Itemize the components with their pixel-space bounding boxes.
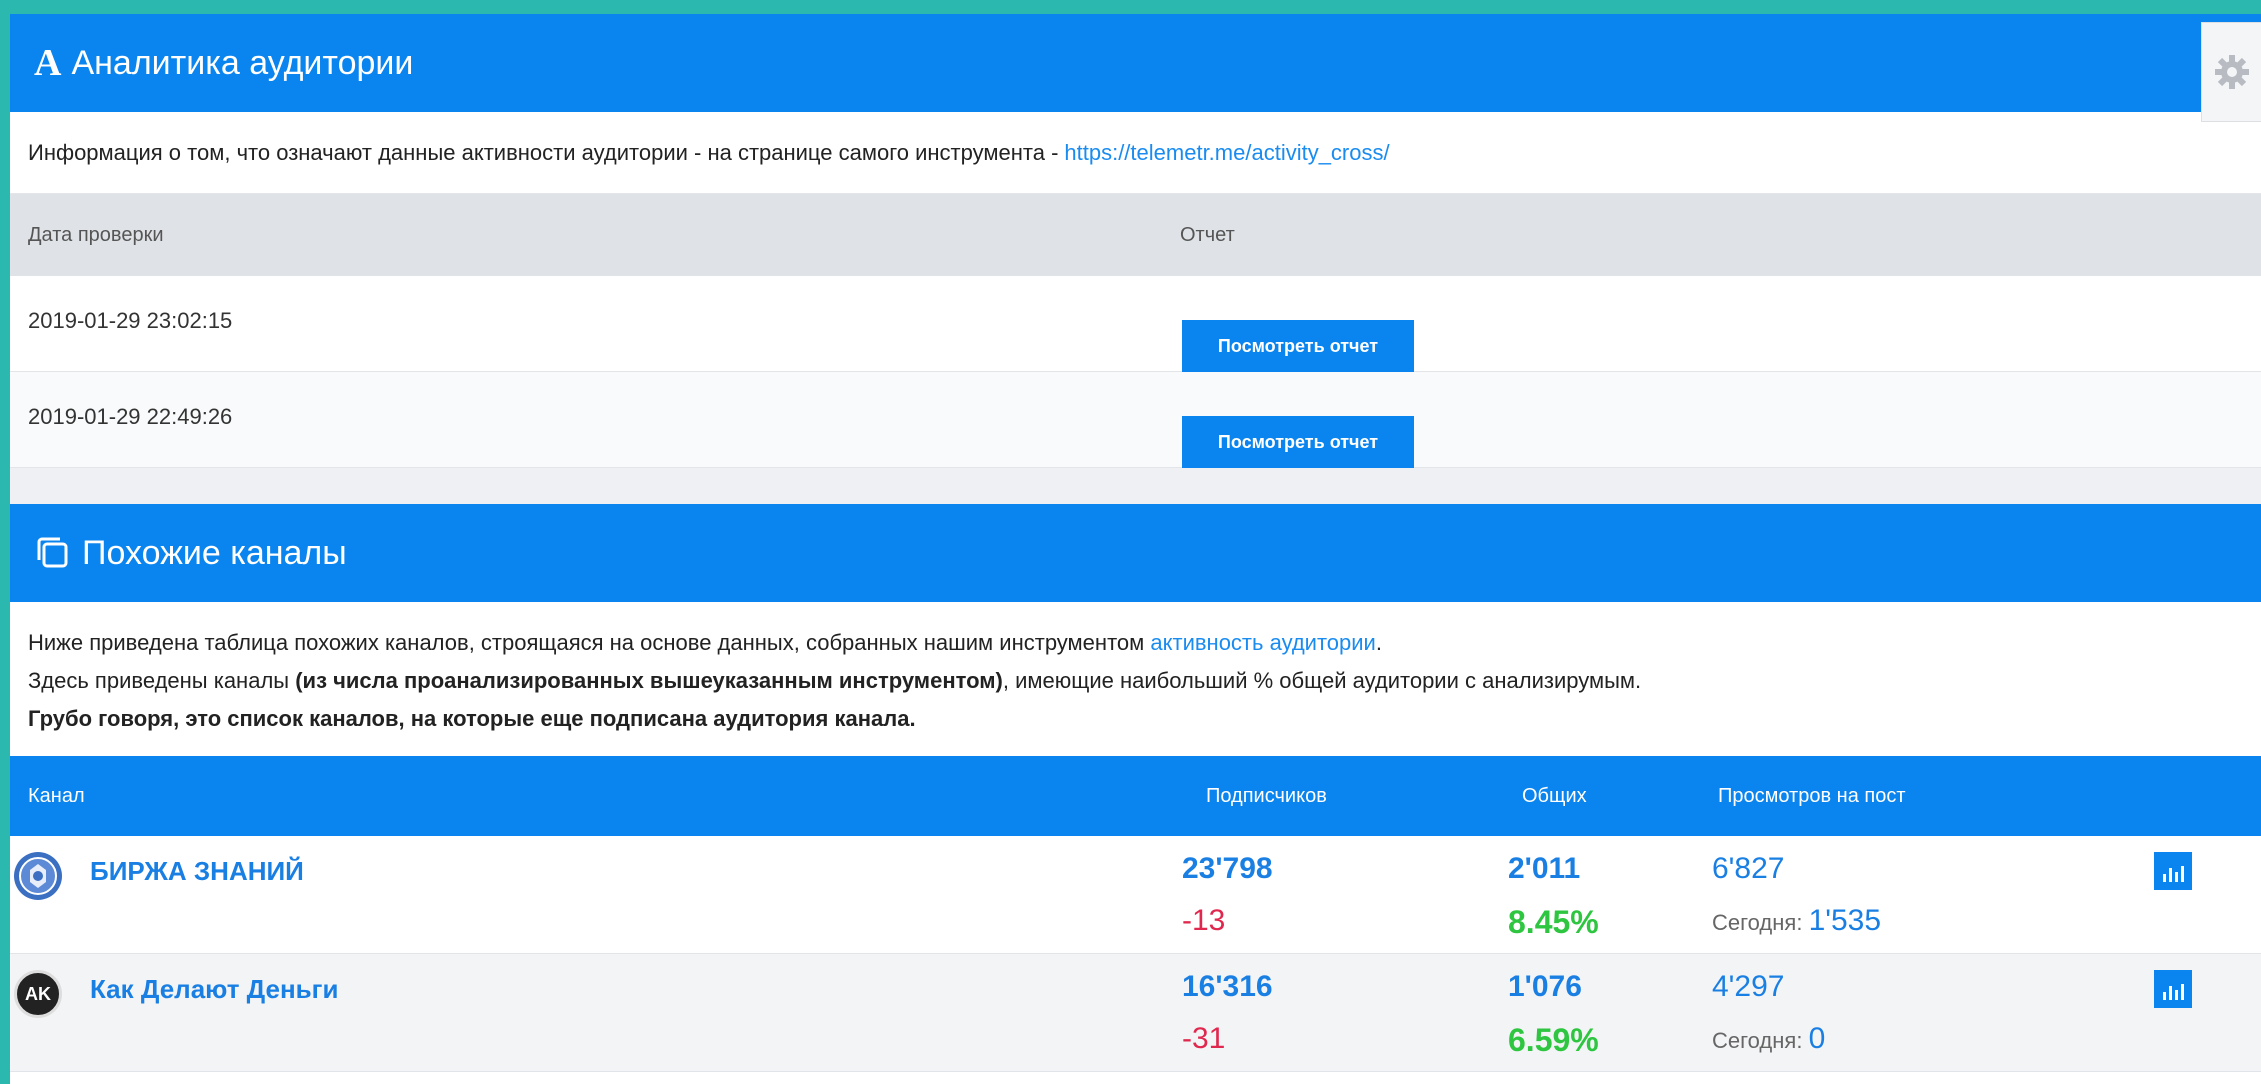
description-bold-text: Грубо говоря, это список каналов, на кот… bbox=[28, 706, 916, 731]
subscribers-count: 16'316 bbox=[1182, 970, 1273, 1003]
emblem-icon bbox=[19, 857, 57, 895]
common-column-header: Общих bbox=[1522, 784, 1587, 807]
audience-activity-link[interactable]: активность аудитории bbox=[1150, 630, 1375, 655]
description-bold-text: (из числа проанализированных вышеуказанн… bbox=[295, 668, 1003, 693]
audience-analytics-header: A Аналитика аудитории bbox=[10, 14, 2261, 112]
check-date: 2019-01-29 23:02:15 bbox=[28, 308, 233, 333]
similar-channels-header: Похожие каналы bbox=[10, 504, 2261, 602]
audience-analytics-panel: A Аналитика аудитории Информация о том, … bbox=[10, 14, 2261, 468]
audience-analytics-title: Аналитика аудитории bbox=[71, 43, 414, 82]
table-row: БИРЖА ЗНАНИЙ 23'798 -13 2'011 8.45% 6'82… bbox=[10, 836, 2261, 954]
subscribers-column-header: Подписчиков bbox=[1206, 784, 1327, 807]
subscribers-count: 23'798 bbox=[1182, 852, 1273, 885]
panel-gap bbox=[10, 468, 2261, 504]
description-text: , имеющие наибольший % общей аудитории с… bbox=[1002, 668, 1642, 693]
similar-channels-title: Похожие каналы bbox=[82, 533, 347, 572]
avatar: AK bbox=[14, 970, 62, 1018]
today-value: 1'535 bbox=[1808, 904, 1882, 937]
reports-table-header: Дата проверки Отчет bbox=[10, 194, 2261, 276]
avatar bbox=[14, 852, 62, 900]
table-row: 2019-01-29 23:02:15 Посмотреть отчет bbox=[10, 276, 2261, 372]
report-column-header: Отчет bbox=[1180, 223, 1235, 246]
common-percent: 6.59% bbox=[1508, 1022, 1599, 1058]
views-per-post: 6'827 bbox=[1712, 852, 1785, 885]
activity-cross-link[interactable]: https://telemetr.me/activity_cross/ bbox=[1064, 140, 1389, 166]
description-line-1: Ниже приведена таблица похожих каналов, … bbox=[28, 624, 2243, 662]
check-date: 2019-01-29 22:49:26 bbox=[28, 404, 233, 429]
channel-name-link[interactable]: БИРЖА ЗНАНИЙ bbox=[90, 856, 304, 887]
common-percent: 8.45% bbox=[1508, 904, 1599, 940]
views-per-post: 4'297 bbox=[1712, 970, 1785, 1003]
today-value: 0 bbox=[1808, 1022, 1826, 1055]
avatar-initials: AK bbox=[25, 983, 51, 1004]
table-row bbox=[10, 1072, 2261, 1084]
view-report-button[interactable]: Посмотреть отчет bbox=[1182, 416, 1414, 468]
today-views: Сегодня: 1'535 bbox=[1712, 904, 1881, 938]
description-text: . bbox=[1375, 630, 1382, 655]
table-row: 2019-01-29 22:49:26 Посмотреть отчет bbox=[10, 372, 2261, 468]
similar-channels-description: Ниже приведена таблица похожих каналов, … bbox=[10, 602, 2261, 748]
audience-info-line: Информация о том, что означают данные ак… bbox=[10, 112, 2261, 194]
description-line-2: Здесь приведены каналы (из числа проанал… bbox=[28, 662, 2243, 700]
page: A Аналитика аудитории Информация о том, … bbox=[10, 14, 2261, 1084]
stats-chart-button[interactable] bbox=[2154, 970, 2192, 1008]
settings-gear-button[interactable] bbox=[2201, 22, 2261, 122]
copy-icon bbox=[37, 537, 68, 568]
subscribers-delta: -31 bbox=[1182, 1022, 1226, 1055]
table-row: AK Как Делают Деньги 16'316 -31 1'076 6.… bbox=[10, 954, 2261, 1072]
common-count: 2'011 bbox=[1508, 852, 1581, 885]
subscribers-delta: -13 bbox=[1182, 904, 1226, 937]
description-text: Здесь приведены каналы bbox=[28, 668, 290, 693]
today-views: Сегодня: 0 bbox=[1712, 1022, 1825, 1056]
audience-info-text: Информация о том, что означают данные ак… bbox=[28, 139, 1059, 165]
similar-channels-panel: Похожие каналы Ниже приведена таблица по… bbox=[10, 504, 2261, 1084]
today-label: Сегодня: bbox=[1712, 910, 1803, 935]
view-report-button[interactable]: Посмотреть отчет bbox=[1182, 320, 1414, 372]
channel-name-link[interactable]: Как Делают Деньги bbox=[90, 974, 338, 1005]
views-column-header: Просмотров на пост bbox=[1718, 784, 1906, 807]
gear-icon bbox=[2214, 55, 2249, 89]
common-count: 1'076 bbox=[1508, 970, 1582, 1003]
description-text: Ниже приведена таблица похожих каналов, … bbox=[28, 630, 1145, 655]
channels-table-header: Канал Подписчиков Общих Просмотров на по… bbox=[10, 756, 2261, 836]
stats-chart-button[interactable] bbox=[2154, 852, 2192, 890]
today-label: Сегодня: bbox=[1712, 1028, 1803, 1053]
date-column-header: Дата проверки bbox=[28, 223, 164, 246]
analytics-a-icon: A bbox=[34, 42, 62, 84]
channel-column-header: Канал bbox=[28, 784, 85, 807]
description-line-3: Грубо говоря, это список каналов, на кот… bbox=[28, 700, 2243, 738]
reports-table-body: 2019-01-29 23:02:15 Посмотреть отчет 201… bbox=[10, 276, 2261, 468]
